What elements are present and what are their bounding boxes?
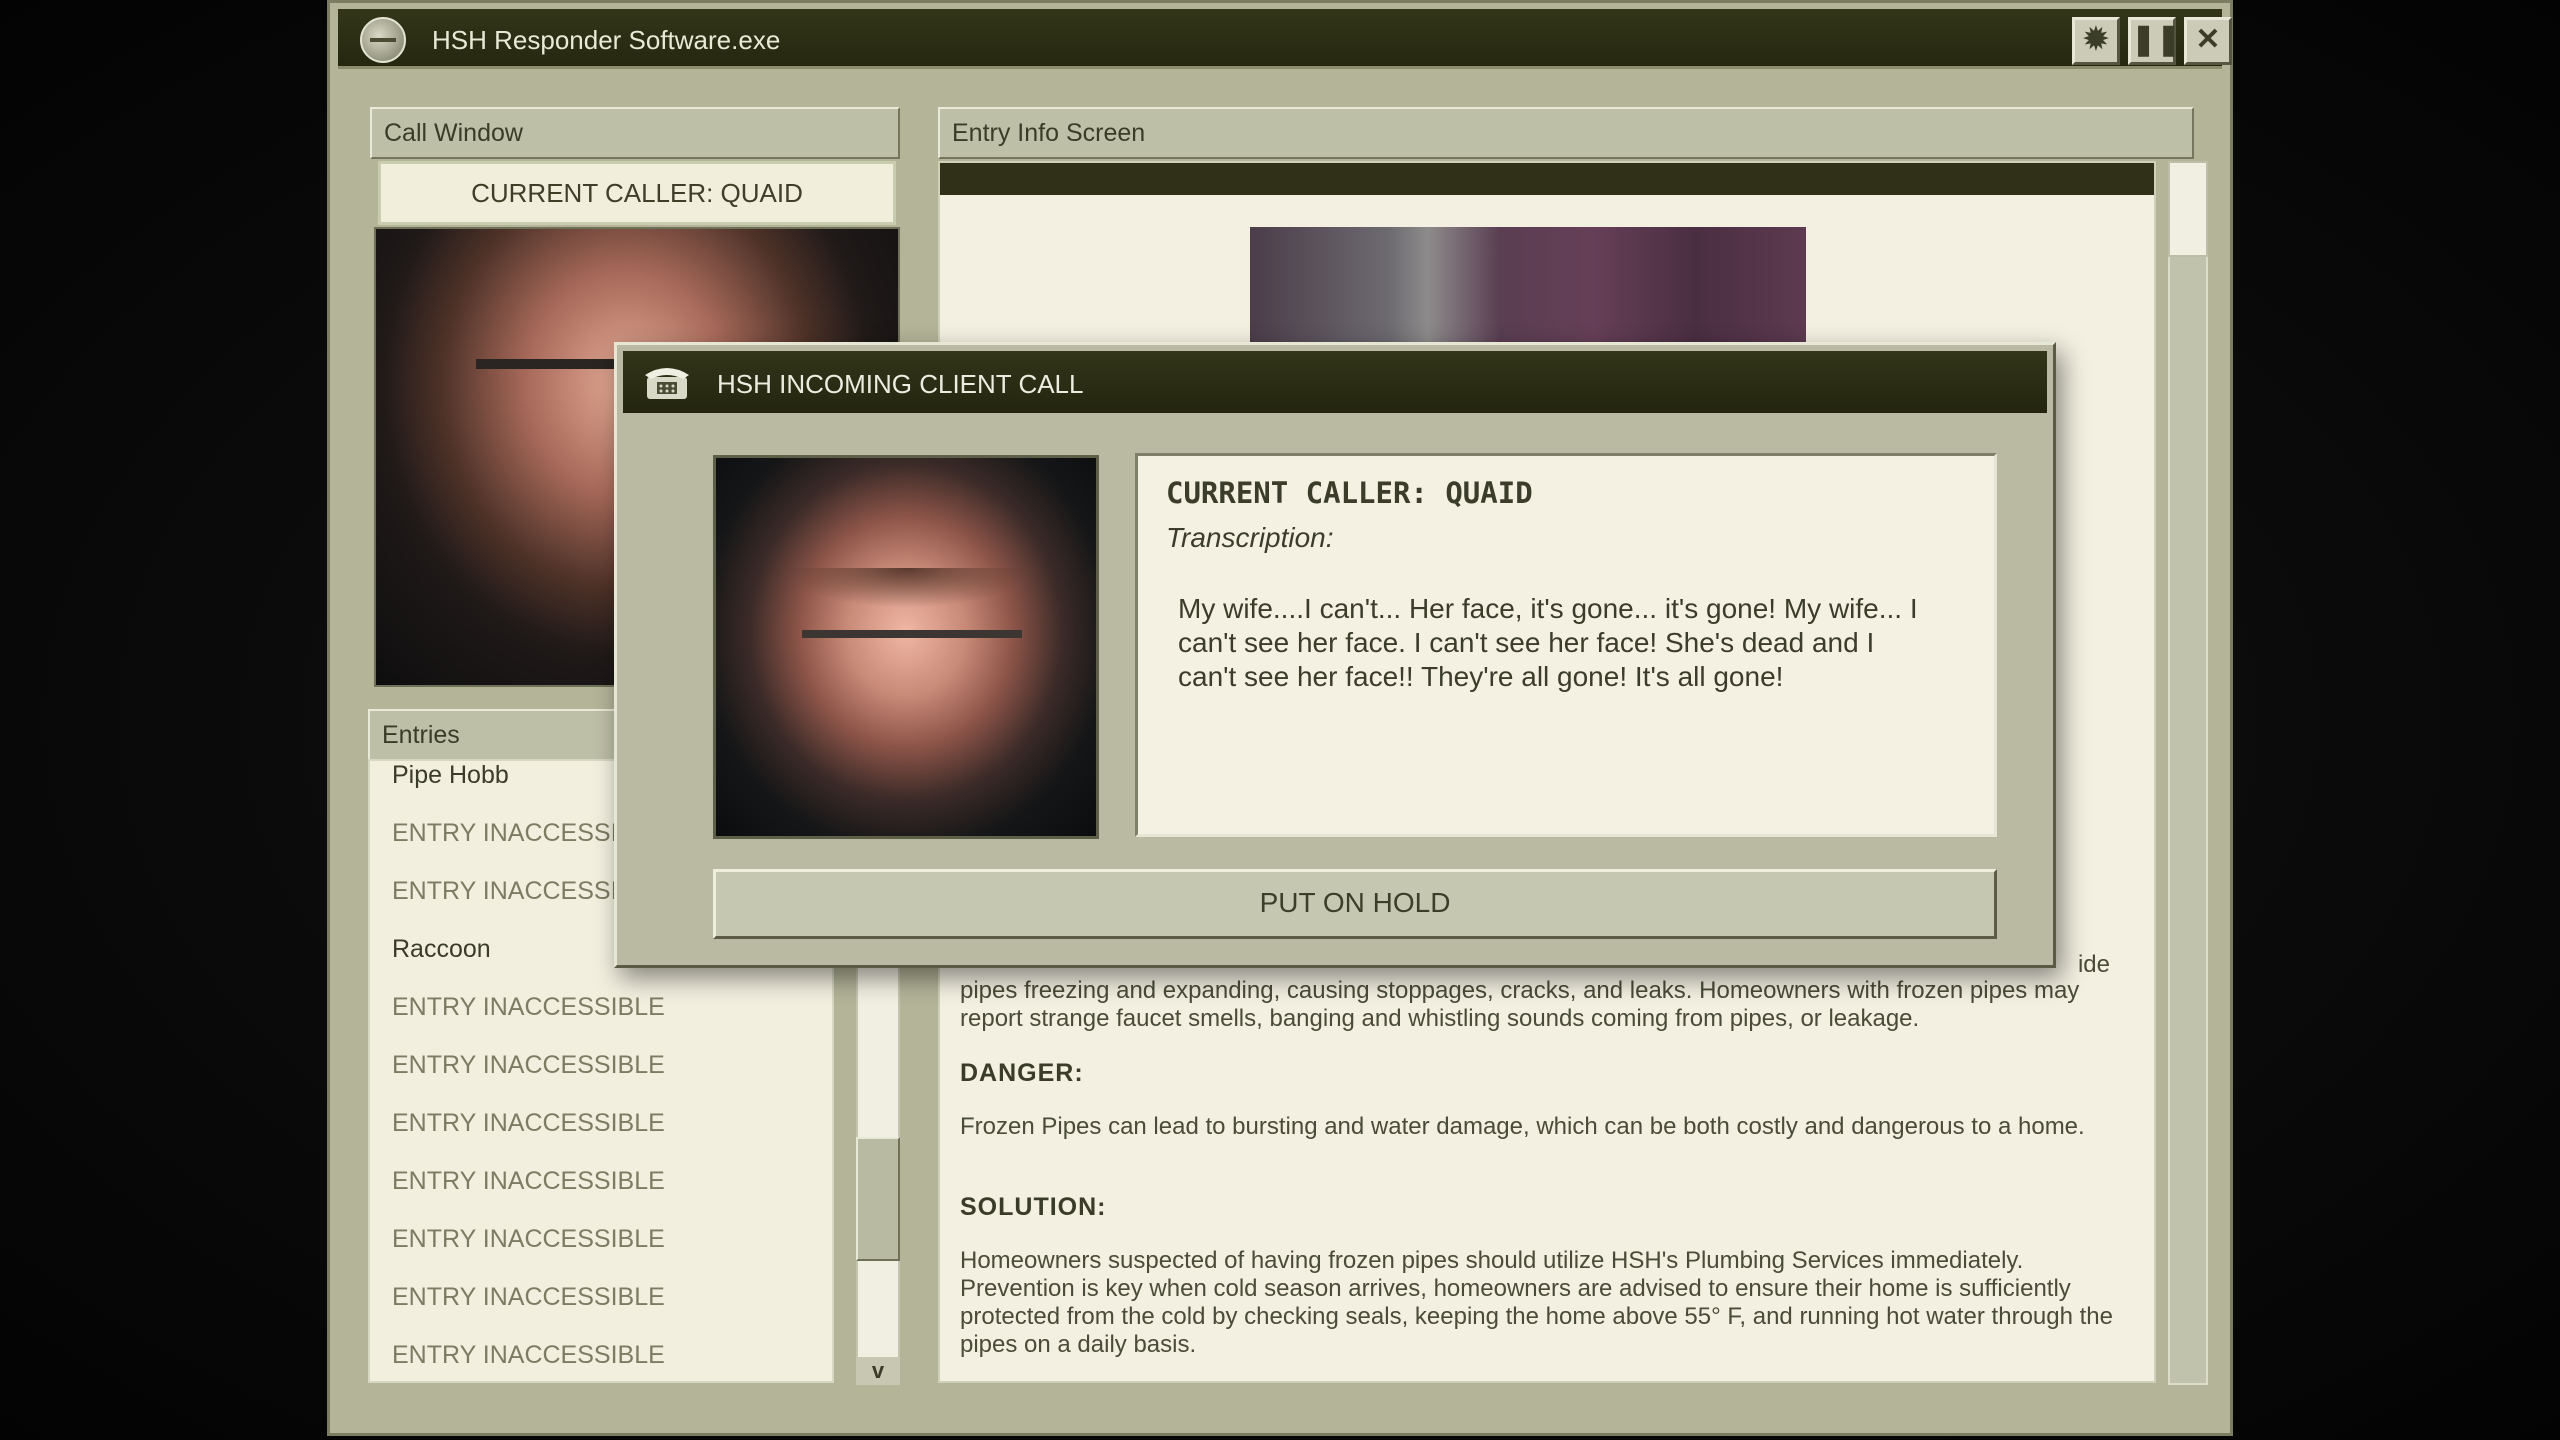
- telephone-icon: [645, 368, 689, 399]
- gear-icon: ✹: [2083, 23, 2109, 56]
- transcript-caller-name: CURRENT CALLER: QUAID: [1166, 476, 1533, 510]
- entry-item[interactable]: ENTRY INACCESSIBLE: [370, 1225, 832, 1283]
- entry-item[interactable]: ENTRY INACCESSIBLE: [370, 1167, 832, 1225]
- hsh-globe-icon: [360, 17, 406, 63]
- entry-item[interactable]: ENTRY INACCESSIBLE: [370, 1051, 832, 1109]
- entry-info-scroll-thumb[interactable]: [2168, 161, 2208, 257]
- entry-item[interactable]: ENTRY INACCESSIBLE: [370, 993, 832, 1051]
- transcription-text: My wife....I can't... Her face, it's gon…: [1178, 593, 1918, 692]
- entry-description: pipes freezing and expanding, causing st…: [960, 977, 2080, 1032]
- window-titlebar[interactable]: HSH Responder Software.exe ✹ ❚❚ ✕: [338, 9, 2232, 69]
- close-icon: ✕: [2195, 23, 2221, 56]
- current-caller-label: CURRENT CALLER: QUAID: [378, 161, 896, 225]
- window-title: HSH Responder Software.exe: [432, 25, 781, 55]
- entry-item[interactable]: ENTRY INACCESSIBLE: [370, 1341, 832, 1381]
- caller-portrait: [713, 455, 1099, 839]
- solution-text: Homeowners suspected of having frozen pi…: [960, 1247, 2113, 1358]
- entry-info-topbar: [940, 163, 2154, 195]
- transcription-panel: CURRENT CALLER: QUAID Transcription: My …: [1135, 453, 1997, 837]
- danger-text: Frozen Pipes can lead to bursting and wa…: [960, 1113, 2085, 1140]
- entry-image: [1250, 227, 1806, 357]
- entries-scroll-thumb[interactable]: [856, 1137, 900, 1261]
- call-window-header: Call Window: [370, 107, 900, 159]
- pause-button[interactable]: ❚❚: [2128, 17, 2181, 65]
- solution-heading: SOLUTION:: [960, 1193, 1107, 1221]
- entries-scroll-down-arrow[interactable]: v: [856, 1357, 900, 1385]
- put-on-hold-button[interactable]: PUT ON HOLD: [713, 869, 1997, 939]
- close-button[interactable]: ✕: [2184, 17, 2232, 65]
- transcription-label: Transcription:: [1166, 522, 1334, 553]
- dialog-titlebar[interactable]: HSH INCOMING CLIENT CALL: [623, 351, 2047, 413]
- settings-button[interactable]: ✹: [2072, 17, 2120, 65]
- entry-item[interactable]: ENTRY INACCESSIBLE: [370, 1283, 832, 1341]
- danger-heading: DANGER:: [960, 1059, 1084, 1087]
- incoming-call-dialog: HSH INCOMING CLIENT CALL CURRENT CALLER:…: [614, 342, 2056, 968]
- entry-info-header: Entry Info Screen: [938, 107, 2194, 159]
- pause-icon: ❚❚: [2131, 23, 2182, 56]
- dialog-title: HSH INCOMING CLIENT CALL: [717, 369, 1084, 399]
- entry-item[interactable]: ENTRY INACCESSIBLE: [370, 1109, 832, 1167]
- entry-info-scrollbar[interactable]: [2168, 161, 2208, 1385]
